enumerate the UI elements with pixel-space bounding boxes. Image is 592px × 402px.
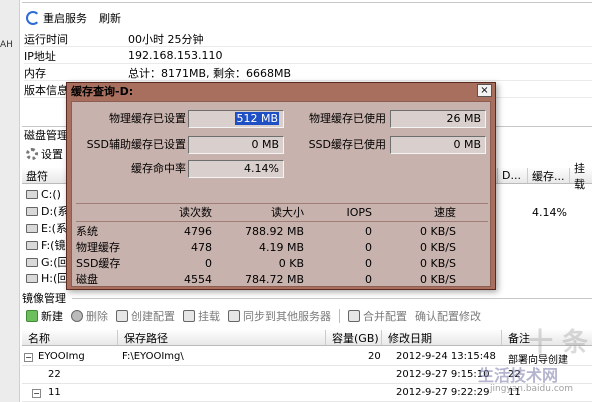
watermark-url: jingyan.baidu.com <box>490 384 574 394</box>
phys-cache-set-label: 物理缓存已设置 <box>109 112 186 125</box>
info-row-uptime: 运行时间 00小时 25分钟 <box>24 31 592 47</box>
stats-read-size: 0 KB <box>278 257 304 270</box>
create-config-button[interactable]: 创建配置 <box>116 308 175 324</box>
cache-query-dialog: 缓存查询-D: × 物理缓存已设置 512 MB 物理缓存已使用 26 MB S… <box>66 82 496 290</box>
mirror-table-header: 名称 保存路径 容量(GB) 修改日期 备注 <box>22 330 592 346</box>
disk-group-title: 磁盘管理 <box>22 127 70 143</box>
col-name[interactable]: 名称 <box>22 330 118 345</box>
stats-row-name: 物理缓存 <box>76 241 120 254</box>
delete-icon <box>71 310 83 322</box>
restart-icon <box>26 11 40 25</box>
col-d[interactable]: D... <box>498 168 528 183</box>
drive-icon <box>26 206 38 216</box>
stats-reads: 4554 <box>184 273 212 286</box>
stats-iops: 0 <box>365 257 372 270</box>
info-row-ip: IP地址 192.168.153.110 <box>24 48 592 64</box>
watermark-logo: 十 条 <box>526 328 588 358</box>
phys-cache-used-field[interactable]: 26 MB <box>390 110 486 128</box>
drive-icon <box>26 189 38 199</box>
create-config-icon <box>116 310 128 322</box>
dialog-client-area: 物理缓存已设置 512 MB 物理缓存已使用 26 MB SSD辅助缓存已设置 … <box>71 101 491 287</box>
drive-icon <box>26 257 38 267</box>
stats-speed: 0 KB/S <box>420 241 456 254</box>
stats-separator <box>76 203 488 204</box>
side-tab-label[interactable]: AH <box>0 40 13 50</box>
disk-row[interactable]: F:(镜 <box>26 237 65 253</box>
stats-header-speed: 速度 <box>434 206 456 219</box>
refresh-button[interactable]: 刷新 <box>95 10 125 26</box>
stats-header-read-size: 读大小 <box>271 206 304 219</box>
stats-reads: 4796 <box>184 225 212 238</box>
drive-icon <box>26 240 38 250</box>
restart-service-button[interactable]: 重启服务 <box>22 10 91 26</box>
disk-row[interactable]: E:(系 <box>26 220 67 236</box>
col-date[interactable]: 修改日期 <box>382 330 502 345</box>
stats-iops: 0 <box>365 225 372 238</box>
col-size[interactable]: 容量(GB) <box>326 330 382 345</box>
stats-read-size: 788.92 MB <box>244 225 304 238</box>
close-icon[interactable]: × <box>477 84 492 97</box>
selected-disk-cache-cell: 4.14% <box>532 206 567 219</box>
confirm-config-button[interactable]: 确认配置修改 <box>415 308 481 324</box>
disk-row[interactable]: D:(系 <box>26 203 68 219</box>
delete-mirror-button[interactable]: 删除 <box>71 308 108 324</box>
phys-cache-set-field[interactable]: 512 MB <box>188 110 284 128</box>
disk-row[interactable]: H:(回 <box>26 270 68 286</box>
stats-iops: 0 <box>365 273 372 286</box>
phys-cache-used-label: 物理缓存已使用 <box>309 112 386 125</box>
hit-rate-field[interactable]: 4.14% <box>188 160 284 178</box>
stats-header-iops: IOPS <box>346 206 372 219</box>
stats-row-name: 磁盘 <box>76 273 98 286</box>
sync-servers-button[interactable]: 同步到其他服务器 <box>228 308 331 324</box>
col-path[interactable]: 保存路径 <box>118 330 326 345</box>
hit-rate-label: 缓存命中率 <box>131 162 186 175</box>
stats-reads: 0 <box>205 257 212 270</box>
merge-config-button[interactable]: 合并配置 <box>348 308 407 324</box>
mount-button[interactable]: 挂载 <box>183 308 220 324</box>
service-group-border <box>22 2 592 4</box>
stats-header-line <box>76 221 488 222</box>
sync-icon <box>228 310 240 322</box>
mirror-group-title: 镜像管理 <box>22 292 66 305</box>
disk-settings-button[interactable]: 设置 <box>26 146 63 162</box>
left-side-strip: AH <box>0 0 20 402</box>
drive-icon <box>26 223 38 233</box>
dialog-title: 缓存查询-D: <box>71 85 134 98</box>
collapse-toggle[interactable]: − <box>24 353 33 362</box>
mirror-group-border <box>72 298 592 299</box>
new-mirror-button[interactable]: 新建 <box>26 308 63 324</box>
col-cache[interactable]: 缓存... <box>528 168 570 183</box>
ssd-cache-set-label: SSD辅助缓存已设置 <box>86 138 186 151</box>
stats-speed: 0 KB/S <box>420 273 456 286</box>
toolbar-separator <box>339 309 340 323</box>
stats-read-size: 4.19 MB <box>258 241 304 254</box>
gear-icon <box>26 148 38 160</box>
col-mount[interactable]: 挂载 <box>570 162 592 191</box>
disk-row[interactable]: C:() <box>26 186 61 202</box>
merge-icon <box>348 310 360 322</box>
collapse-toggle[interactable]: − <box>32 389 41 398</box>
stats-header-reads: 读次数 <box>179 206 212 219</box>
info-row-memory: 内存 总计：8171MB, 剩余：6668MB <box>24 65 592 81</box>
stats-speed: 0 KB/S <box>420 225 456 238</box>
ssd-cache-used-label: SSD缓存已使用 <box>308 138 386 151</box>
mirror-toolbar: 新建 删除 创建配置 挂载 同步到其他服务器 合并配置 确认配置修改 <box>26 308 481 324</box>
stats-row-name: SSD缓存 <box>76 257 121 270</box>
mount-icon <box>183 310 195 322</box>
stats-speed: 0 KB/S <box>420 257 456 270</box>
ssd-cache-set-field[interactable]: 0 MB <box>188 136 284 154</box>
watermark-text: 生活技术网 <box>478 366 559 385</box>
stats-reads: 478 <box>191 241 212 254</box>
stats-read-size: 784.72 MB <box>244 273 304 286</box>
new-icon <box>26 310 38 322</box>
drive-icon <box>26 273 38 283</box>
service-toolbar: 重启服务 刷新 <box>22 8 125 28</box>
stats-iops: 0 <box>365 241 372 254</box>
ssd-cache-used-field[interactable]: 0 MB <box>390 136 486 154</box>
disk-row[interactable]: G:(回 <box>26 254 69 270</box>
stats-row-name: 系统 <box>76 225 98 238</box>
dialog-titlebar[interactable]: 缓存查询-D: <box>67 83 495 99</box>
